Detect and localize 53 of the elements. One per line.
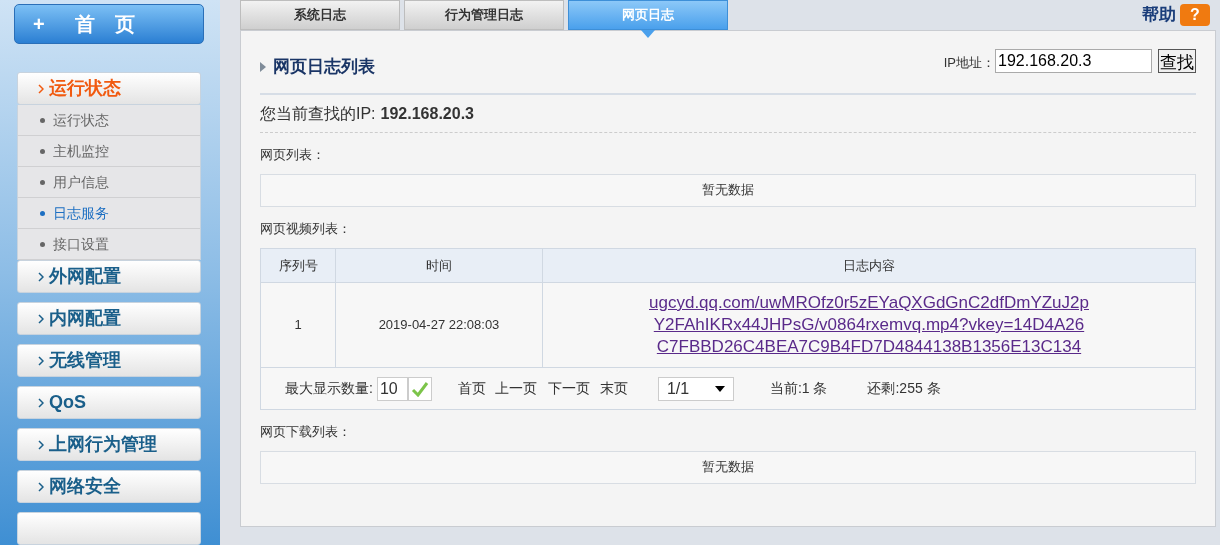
log-link[interactable]: C7FBBD26C4BEA7C9B4FD7D4844138B1356E13C134 <box>656 336 1082 358</box>
menu-group-header[interactable]: 上网行为管理 <box>17 428 201 461</box>
current-ip-value: 192.168.20.3 <box>380 103 474 124</box>
chevron-right-icon <box>38 83 44 94</box>
section-title: 网页下载列表： <box>260 423 352 441</box>
menu-group-header[interactable]: 内网配置 <box>17 302 201 335</box>
max-count-input[interactable]: 10 <box>376 376 408 401</box>
section-title: 网页列表： <box>260 146 326 164</box>
menu-group-header[interactable] <box>17 512 201 545</box>
help-link[interactable]: 帮助 <box>1142 2 1176 28</box>
column-header: 序列号 <box>260 248 336 283</box>
plus-icon: + <box>33 14 45 34</box>
page-select[interactable]: 1/1 <box>657 376 734 401</box>
remaining-count: 还剩:255 条 <box>867 379 941 398</box>
search-button[interactable]: 查找 <box>1158 49 1196 73</box>
menu-group-header[interactable]: 网络安全 <box>17 470 201 503</box>
caret-icon <box>260 62 266 72</box>
prev-page-link[interactable]: 上一页 <box>494 378 537 399</box>
panel-title: 网页日志列表 <box>273 56 375 79</box>
chevron-right-icon <box>38 397 44 408</box>
max-count-label: 最大显示数量: <box>285 379 373 398</box>
chevron-right-icon <box>38 439 44 450</box>
menu-item[interactable]: 日志服务 <box>18 198 200 229</box>
chevron-right-icon <box>38 313 44 324</box>
menu-group-header[interactable]: 无线管理 <box>17 344 201 377</box>
ip-label: IP地址： <box>943 54 995 72</box>
menu-group-header[interactable]: QoS <box>17 386 201 419</box>
menu-item[interactable]: 运行状态 <box>18 105 200 136</box>
menu-item[interactable]: 主机监控 <box>18 136 200 167</box>
menu-item[interactable]: 用户信息 <box>18 167 200 198</box>
tab[interactable]: 系统日志 <box>240 0 400 30</box>
first-page-link[interactable]: 首页 <box>457 378 486 399</box>
dropdown-icon <box>714 385 725 392</box>
empty-message: 暂无数据 <box>260 450 1196 484</box>
last-page-link[interactable]: 末页 <box>599 378 628 399</box>
chevron-right-icon <box>38 355 44 366</box>
next-page-link[interactable]: 下一页 <box>547 378 590 399</box>
menu-group-header[interactable]: 外网配置 <box>17 260 201 293</box>
empty-message: 暂无数据 <box>260 173 1196 207</box>
chevron-right-icon <box>38 271 44 282</box>
column-header: 时间 <box>335 248 543 283</box>
section-title: 网页视频列表： <box>260 219 352 238</box>
current-count: 当前:1 条 <box>769 379 828 398</box>
current-ip-label: 您当前查找的IP: <box>260 103 376 124</box>
log-link[interactable]: ugcyd.qq.com/uwMROfz0r5zEYaQXGdGnC2dfDmYZuJ2p <box>649 292 1089 314</box>
table-cell: 1 <box>260 282 336 368</box>
log-link[interactable]: Y2FAhIKRx44JHPsG/v0864rxemvq.mp4?vkey=14D4A26 <box>653 314 1085 336</box>
ip-input[interactable]: 192.168.20.3 <box>995 49 1152 73</box>
table-cell: 2019-04-27 22:08:03 <box>335 282 543 368</box>
tab[interactable]: 行为管理日志 <box>404 0 564 30</box>
column-header: 日志内容 <box>542 248 1196 283</box>
confirm-check-icon[interactable] <box>407 376 432 401</box>
chevron-right-icon <box>38 481 44 492</box>
